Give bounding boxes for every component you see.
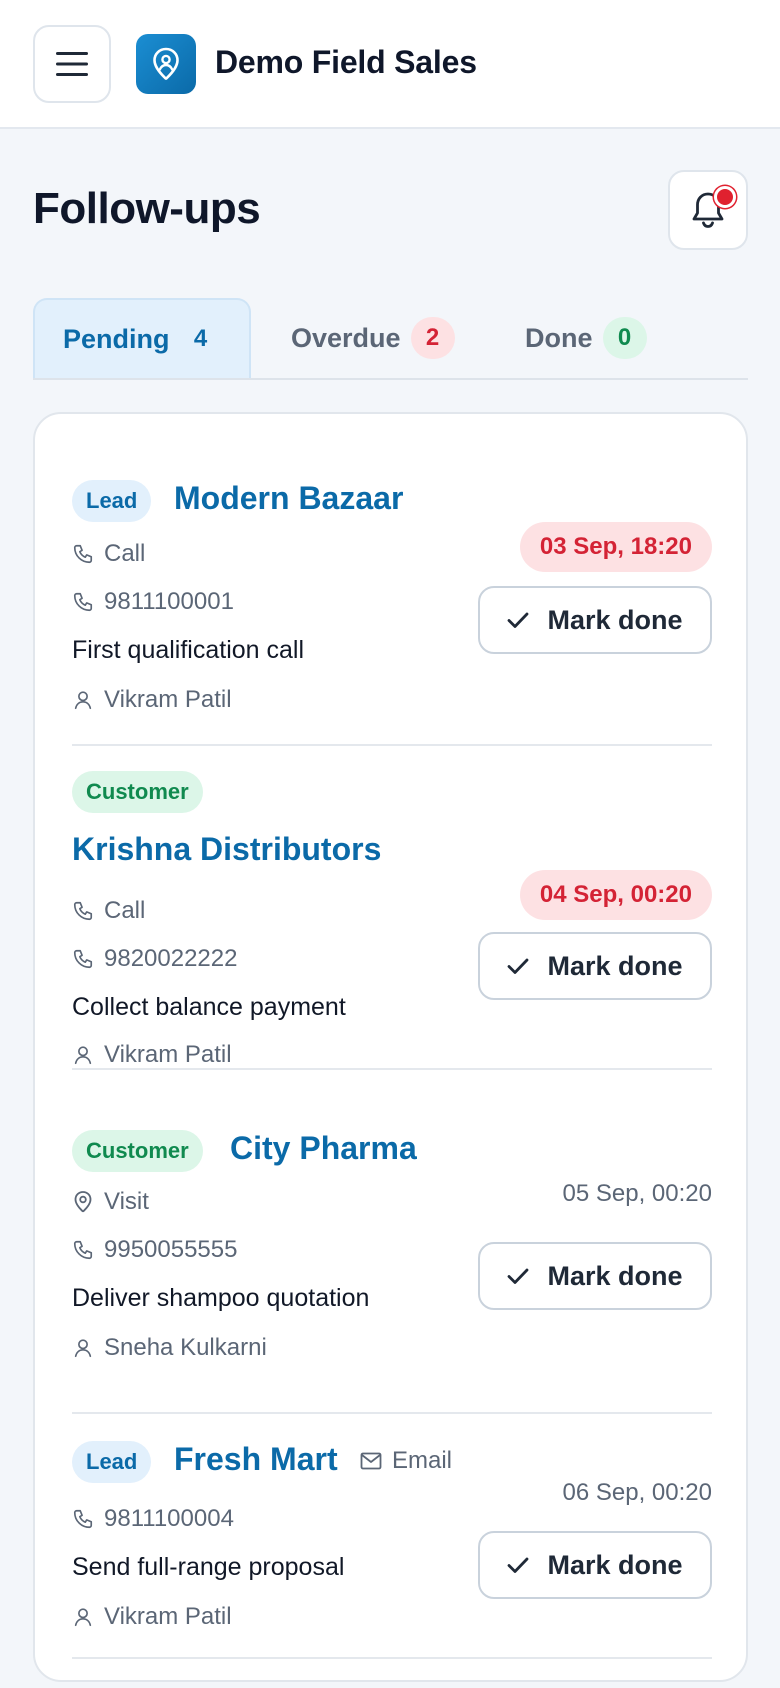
followup-tabs: Pending 4 Overdue 2 Done 0 [33, 298, 748, 380]
assignee-name: Vikram Patil [104, 686, 232, 713]
notification-dot [714, 186, 736, 208]
due-date: 05 Sep, 00:20 [562, 1180, 712, 1207]
account-name-link[interactable]: Krishna Distributors [72, 831, 381, 868]
user-icon [74, 1046, 92, 1065]
user-icon [74, 1608, 92, 1627]
menu-icon [56, 52, 88, 76]
channel-label: Email [392, 1447, 453, 1474]
user-icon [74, 1339, 92, 1358]
menu-button[interactable] [33, 25, 111, 103]
mark-done-button[interactable]: Mark done [478, 1531, 712, 1599]
channel: Call [72, 897, 145, 925]
followup-note: Deliver shampoo quotation [72, 1284, 370, 1312]
tab-label: Overdue [291, 322, 401, 353]
phone-value: 9950055555 [104, 1236, 238, 1263]
due-date-badge: 04 Sep, 00:20 [519, 870, 712, 920]
account-name-link[interactable]: Modern Bazaar [174, 480, 403, 517]
assignee-name: Vikram Patil [104, 1603, 232, 1630]
mark-done-button[interactable]: Mark done [478, 932, 712, 1000]
channel: Visit [72, 1188, 149, 1216]
assignee: Sneha Kulkarni [72, 1334, 267, 1362]
due-date-badge: 03 Sep, 18:20 [519, 522, 712, 572]
phone-icon [73, 1240, 93, 1260]
phone-number[interactable]: 9811100001 [72, 588, 234, 616]
phone-number[interactable]: 9950055555 [72, 1236, 237, 1264]
app-logo [136, 34, 196, 94]
channel-label: Call [104, 540, 146, 567]
followup-item: Customer City Pharma Visit 9950055555 De… [72, 1130, 712, 1414]
assignee: Vikram Patil [72, 1041, 232, 1069]
mark-done-label: Mark done [547, 950, 683, 981]
tab-overdue[interactable]: Overdue 2 [291, 298, 455, 378]
tab-count-badge: 4 [193, 325, 208, 352]
assignee-name: Sneha Kulkarni [104, 1334, 267, 1361]
tab-pending[interactable]: Pending 4 [33, 298, 251, 378]
mark-done-label: Mark done [547, 604, 683, 635]
phone-icon [73, 901, 93, 921]
channel: Call [72, 540, 145, 568]
followup-item: Customer Krishna Distributors Call 98200… [72, 771, 712, 1070]
phone-value: 9811100004 [104, 1505, 234, 1532]
map-pin-icon [74, 1191, 92, 1213]
tab-done[interactable]: Done 0 [525, 298, 647, 378]
channel-label: Call [104, 897, 146, 924]
phone-number[interactable]: 9820022222 [72, 945, 237, 973]
phone-icon [73, 544, 93, 564]
channel: Email [360, 1447, 452, 1475]
followup-list: Lead Modern Bazaar Call 9811100001 First… [33, 412, 748, 1682]
phone-icon [73, 949, 93, 969]
followup-note: Collect balance payment [72, 993, 346, 1021]
mark-done-button[interactable]: Mark done [478, 586, 712, 654]
assignee-name: Vikram Patil [104, 1041, 232, 1068]
mark-done-label: Mark done [547, 1260, 683, 1291]
phone-number[interactable]: 9811100004 [72, 1505, 234, 1533]
due-date: 06 Sep, 00:20 [562, 1479, 712, 1506]
followup-note: First qualification call [72, 636, 305, 664]
check-icon [508, 612, 529, 628]
tab-count-badge: 2 [410, 317, 455, 359]
location-pin-icon [153, 47, 179, 80]
mail-icon [360, 1452, 382, 1470]
user-icon [74, 691, 92, 710]
phone-value: 9811100001 [104, 588, 234, 615]
check-icon [508, 1557, 529, 1573]
phone-icon [73, 592, 93, 612]
tab-label: Pending [63, 323, 170, 354]
app-name: Demo Field Sales [215, 44, 477, 80]
channel-label: Visit [104, 1188, 149, 1215]
followup-note: Send full-range proposal [72, 1553, 345, 1581]
customer-badge: Customer [72, 1130, 203, 1172]
phone-value: 9820022222 [104, 945, 238, 972]
assignee: Vikram Patil [72, 686, 232, 714]
tab-count-badge: 0 [602, 317, 647, 359]
followup-item: Lead Fresh Mart Email 9811100004 Send fu… [72, 1429, 712, 1659]
notifications-button[interactable] [668, 170, 748, 250]
account-name-link[interactable]: City Pharma [230, 1130, 417, 1167]
phone-icon [73, 1509, 93, 1529]
lead-badge: Lead [72, 480, 152, 522]
followup-item: Lead Modern Bazaar Call 9811100001 First… [72, 480, 712, 746]
assignee: Vikram Patil [72, 1603, 232, 1631]
check-icon [508, 958, 529, 974]
check-icon [508, 1268, 529, 1284]
lead-badge: Lead [72, 1441, 152, 1483]
mark-done-label: Mark done [547, 1549, 683, 1580]
tab-label: Done [525, 322, 593, 353]
page-title: Follow-ups [33, 184, 261, 233]
customer-badge: Customer [72, 771, 203, 813]
mark-done-button[interactable]: Mark done [478, 1242, 712, 1310]
app-header: Demo Field Sales [0, 0, 780, 129]
account-name-link[interactable]: Fresh Mart [174, 1441, 338, 1478]
